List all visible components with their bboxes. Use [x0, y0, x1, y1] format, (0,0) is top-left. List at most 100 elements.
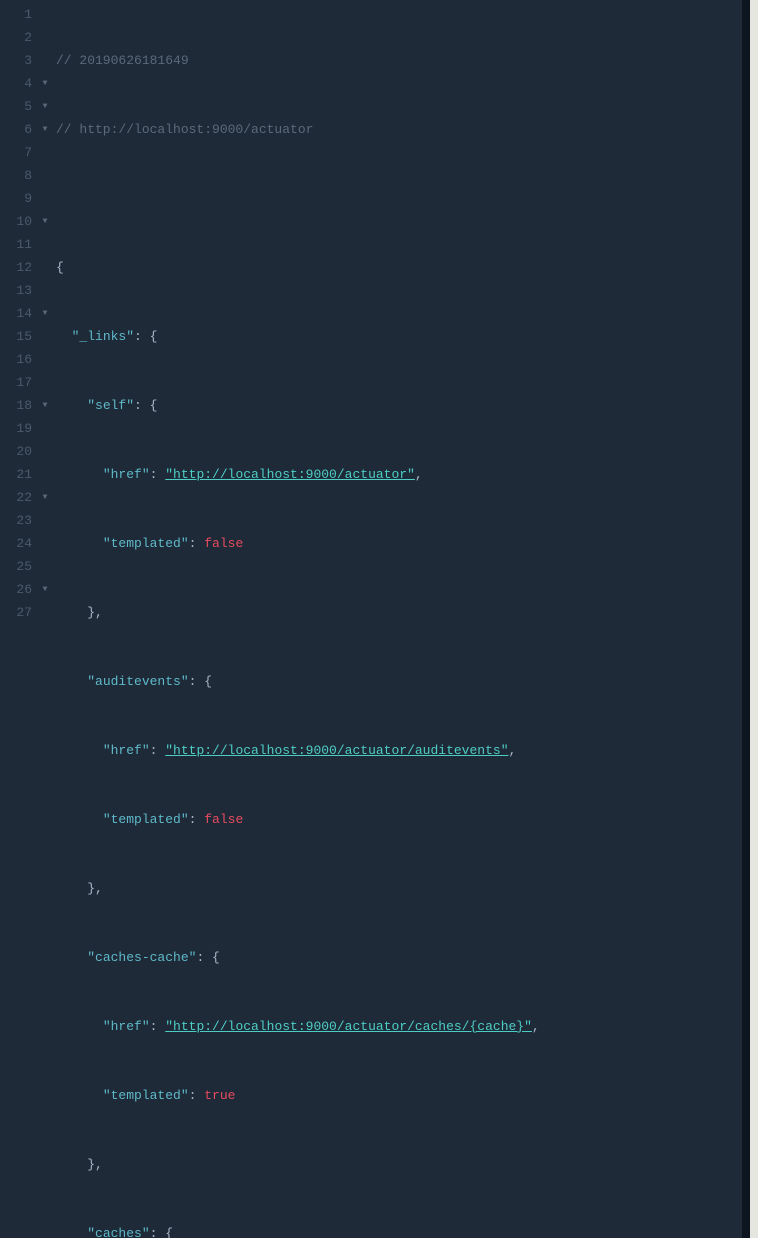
line-number: 4 [0, 72, 32, 95]
right-margin-strip [750, 0, 758, 1238]
code-line: "caches-cache": { [52, 946, 742, 969]
json-key-href: "href" [103, 743, 150, 758]
json-key-templated: "templated" [103, 812, 189, 827]
fold-toggle-icon[interactable]: ▼ [38, 210, 52, 233]
code-line: { [52, 256, 742, 279]
comma: , [532, 1019, 540, 1034]
fold-marker [38, 463, 52, 486]
fold-toggle-icon[interactable]: ▼ [38, 486, 52, 509]
json-key-links: "_links" [72, 329, 134, 344]
line-number: 8 [0, 164, 32, 187]
colon: : [189, 674, 205, 689]
line-number: 11 [0, 233, 32, 256]
code-line: // 20190626181649 [52, 49, 742, 72]
code-line: "caches": { [52, 1222, 742, 1238]
fold-marker [38, 348, 52, 371]
comment-url: // http://localhost:9000/actuator [56, 122, 313, 137]
fold-marker [38, 164, 52, 187]
json-key-caches: "caches" [87, 1226, 149, 1238]
code-line: "href": "http://localhost:9000/actuator"… [52, 463, 742, 486]
json-url-value[interactable]: "http://localhost:9000/actuator" [165, 467, 415, 482]
brace-close: } [87, 605, 95, 620]
fold-marker [38, 141, 52, 164]
colon: : [134, 329, 150, 344]
code-line [52, 187, 742, 210]
fold-marker [38, 440, 52, 463]
fold-marker [38, 509, 52, 532]
line-number: 18 [0, 394, 32, 417]
line-number: 13 [0, 279, 32, 302]
brace-open: { [56, 260, 64, 275]
fold-toggle-icon[interactable]: ▼ [38, 578, 52, 601]
colon: : [150, 743, 166, 758]
fold-marker [38, 325, 52, 348]
fold-gutter: ▼ ▼ ▼ ▼ ▼ ▼ ▼ ▼ [38, 0, 52, 1238]
json-url-value[interactable]: "http://localhost:9000/actuator/auditeve… [165, 743, 508, 758]
code-line: // http://localhost:9000/actuator [52, 118, 742, 141]
line-number: 10 [0, 210, 32, 233]
line-number: 5 [0, 95, 32, 118]
line-number: 19 [0, 417, 32, 440]
line-number: 21 [0, 463, 32, 486]
line-number: 16 [0, 348, 32, 371]
line-number: 15 [0, 325, 32, 348]
fold-toggle-icon[interactable]: ▼ [38, 118, 52, 141]
json-bool-value: false [204, 536, 243, 551]
line-number: 6 [0, 118, 32, 141]
line-number: 7 [0, 141, 32, 164]
json-url-value[interactable]: "http://localhost:9000/actuator/caches/{… [165, 1019, 532, 1034]
code-line: "href": "http://localhost:9000/actuator/… [52, 1015, 742, 1038]
fold-toggle-icon[interactable]: ▼ [38, 302, 52, 325]
scrollbar-track[interactable] [742, 0, 750, 1238]
code-line: "auditevents": { [52, 670, 742, 693]
code-line: "templated": true [52, 1084, 742, 1107]
fold-toggle-icon[interactable]: ▼ [38, 95, 52, 118]
fold-marker [38, 371, 52, 394]
code-line: "templated": false [52, 808, 742, 831]
fold-toggle-icon[interactable]: ▼ [38, 394, 52, 417]
code-line: "href": "http://localhost:9000/actuator/… [52, 739, 742, 762]
fold-marker [38, 417, 52, 440]
line-number: 20 [0, 440, 32, 463]
fold-marker [38, 3, 52, 26]
fold-marker [38, 279, 52, 302]
json-key-caches-cache: "caches-cache" [87, 950, 196, 965]
code-content[interactable]: // 20190626181649 // http://localhost:90… [52, 0, 742, 1238]
colon: : [150, 1226, 166, 1238]
line-number-gutter: 1 2 3 4 5 6 7 8 9 10 11 12 13 14 15 16 1… [0, 0, 38, 1238]
code-line: }, [52, 877, 742, 900]
brace-close: } [87, 1157, 95, 1172]
json-bool-value: true [204, 1088, 235, 1103]
comma: , [415, 467, 423, 482]
json-bool-value: false [204, 812, 243, 827]
json-key-href: "href" [103, 1019, 150, 1034]
fold-marker [38, 555, 52, 578]
line-number: 27 [0, 601, 32, 624]
fold-marker [38, 601, 52, 624]
json-key-auditevents: "auditevents" [87, 674, 188, 689]
fold-marker [38, 49, 52, 72]
line-number: 17 [0, 371, 32, 394]
line-number: 3 [0, 49, 32, 72]
brace-open: { [150, 398, 158, 413]
line-number: 12 [0, 256, 32, 279]
line-number: 26 [0, 578, 32, 601]
brace-open: { [204, 674, 212, 689]
line-number: 9 [0, 187, 32, 210]
line-number: 2 [0, 26, 32, 49]
code-line: "_links": { [52, 325, 742, 348]
comma: , [95, 1157, 103, 1172]
brace-open: { [150, 329, 158, 344]
colon: : [196, 950, 212, 965]
fold-marker [38, 256, 52, 279]
brace-close: } [87, 881, 95, 896]
colon: : [150, 1019, 166, 1034]
code-line: "templated": false [52, 532, 742, 555]
fold-marker [38, 532, 52, 555]
line-number: 22 [0, 486, 32, 509]
fold-marker [38, 26, 52, 49]
colon: : [189, 1088, 205, 1103]
fold-toggle-icon[interactable]: ▼ [38, 72, 52, 95]
json-key-href: "href" [103, 467, 150, 482]
comma: , [95, 605, 103, 620]
